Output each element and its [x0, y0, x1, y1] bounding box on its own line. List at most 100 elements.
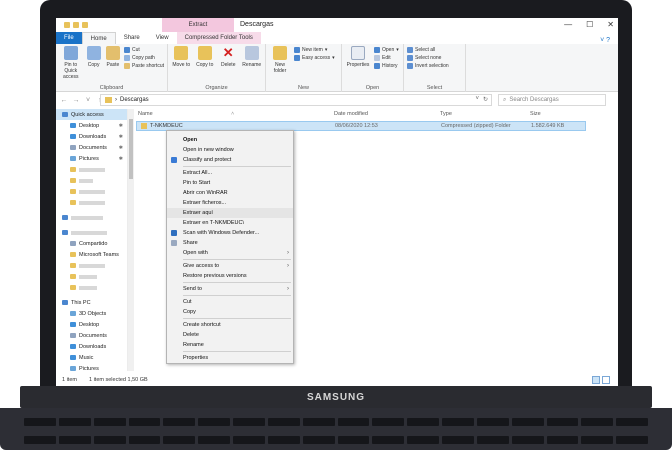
redacted-label: [79, 167, 105, 172]
menu-item-open-with[interactable]: Open with ›: [167, 248, 293, 258]
rename-icon: [244, 46, 259, 60]
select-none-button[interactable]: Select none: [407, 55, 449, 61]
nav-blurred-folder[interactable]: [56, 164, 127, 175]
menu-item-pin-start[interactable]: Pin to Start: [167, 178, 293, 188]
column-header-type[interactable]: Type: [440, 109, 452, 119]
menu-item-classify[interactable]: Classify and protect: [167, 155, 293, 165]
nav-music[interactable]: Music: [56, 352, 127, 363]
back-arrow-icon[interactable]: ←: [60, 97, 68, 104]
shield-icon: [171, 157, 177, 163]
menu-item-send-to[interactable]: Send to ›: [167, 284, 293, 294]
new-folder-icon[interactable]: [82, 22, 88, 28]
nav-teams[interactable]: Microsoft Teams: [56, 249, 127, 260]
properties-icon[interactable]: [73, 22, 79, 28]
breadcrumb[interactable]: Descargas: [120, 97, 149, 103]
nav-blurred-folder[interactable]: [56, 260, 127, 271]
open-button[interactable]: Open ▾: [374, 47, 399, 53]
menu-item-extract-files[interactable]: Extraer ficheros...: [167, 198, 293, 208]
nav-desktop[interactable]: Desktop ✱: [56, 120, 127, 131]
menu-item-share[interactable]: Share: [167, 238, 293, 248]
nav-shared[interactable]: Compartido: [56, 238, 127, 249]
menu-item-restore[interactable]: Restore previous versions: [167, 271, 293, 281]
address-row: ← → ˅ ↑ › Descargas ˅ ↻ ⌕ Search Descarg…: [56, 93, 618, 107]
nav-blurred-folder[interactable]: [56, 197, 127, 208]
menu-item-properties[interactable]: Properties: [167, 353, 293, 363]
recent-chevron-icon[interactable]: ˅: [84, 97, 92, 104]
tab-home[interactable]: Home: [81, 32, 116, 44]
redacted-label: [71, 215, 103, 220]
tab-share[interactable]: Share: [116, 32, 148, 44]
easy-access-button[interactable]: Easy access ▾: [294, 55, 335, 61]
select-group: Select all Select none Invert selection …: [404, 44, 466, 92]
menu-item-open-new-window[interactable]: Open in new window: [167, 145, 293, 155]
copy-path-button[interactable]: Copy path: [124, 55, 164, 61]
column-header-size[interactable]: Size: [530, 109, 541, 119]
menu-item-extract-to[interactable]: Extraer en T-NKMDEUC\: [167, 218, 293, 228]
nav-3d-objects[interactable]: 3D Objects: [56, 308, 127, 319]
menu-item-scan[interactable]: Scan with Windows Defender...: [167, 228, 293, 238]
select-all-icon: [407, 47, 413, 53]
forward-arrow-icon[interactable]: →: [72, 97, 80, 104]
new-item-button[interactable]: New item ▾: [294, 47, 335, 53]
nav-this-pc[interactable]: This PC: [56, 297, 127, 308]
menu-item-extract-all[interactable]: Extract All...: [167, 168, 293, 178]
new-group: New folder New item ▾ Easy access ▾ New: [266, 44, 342, 92]
nav-downloads[interactable]: Downloads ✱: [56, 131, 127, 142]
refresh-icon[interactable]: ↻: [483, 96, 488, 103]
file-type: Compressed (zipped) Folder: [441, 123, 511, 129]
status-item-count: 1 item: [62, 377, 77, 383]
menu-item-give-access[interactable]: Give access to ›: [167, 261, 293, 271]
invert-selection-button[interactable]: Invert selection: [407, 63, 449, 69]
share-icon: [171, 240, 177, 246]
nav-pictures[interactable]: Pictures ✱: [56, 153, 127, 164]
menu-separator: [183, 295, 291, 296]
file-date: 08/06/2020 12:53: [335, 123, 378, 129]
nav-pc-documents[interactable]: Documents: [56, 330, 127, 341]
menu-item-create-shortcut[interactable]: Create shortcut: [167, 320, 293, 330]
folder-icon[interactable]: [64, 22, 70, 28]
close-icon[interactable]: ✕: [607, 20, 614, 29]
nav-blurred-account[interactable]: [56, 227, 127, 238]
nav-blurred-folder[interactable]: [56, 186, 127, 197]
scroll-thumb[interactable]: [129, 119, 133, 179]
menu-item-extract-here[interactable]: Extraer aquí: [167, 208, 293, 218]
menu-item-delete[interactable]: Delete: [167, 330, 293, 340]
invert-selection-icon: [407, 63, 413, 69]
nav-pc-downloads[interactable]: Downloads: [56, 341, 127, 352]
nav-blurred-folder[interactable]: [56, 271, 127, 282]
tab-view[interactable]: View: [148, 32, 177, 44]
nav-blurred-folder[interactable]: [56, 282, 127, 293]
history-button[interactable]: History: [374, 63, 399, 69]
tab-compressed-folder-tools[interactable]: Compressed Folder Tools: [176, 32, 261, 44]
menu-item-rename[interactable]: Rename: [167, 340, 293, 350]
nav-documents[interactable]: Documents ✱: [56, 142, 127, 153]
chevron-down-icon[interactable]: ˅: [475, 96, 479, 102]
nav-blurred-account[interactable]: [56, 212, 127, 223]
large-icons-view-icon[interactable]: [602, 376, 610, 384]
tab-file[interactable]: File: [56, 32, 82, 44]
search-input[interactable]: ⌕ Search Descargas: [498, 94, 606, 106]
select-all-button[interactable]: Select all: [407, 47, 449, 53]
column-header-date[interactable]: Date modified: [334, 109, 368, 119]
maximize-icon[interactable]: ☐: [586, 20, 593, 29]
pin-icon: [63, 46, 78, 60]
nav-quick-access[interactable]: Quick access: [56, 109, 127, 120]
edit-button[interactable]: Edit: [374, 55, 399, 61]
help-icon[interactable]: ˅ ?: [600, 37, 618, 44]
new-label: New: [297, 85, 309, 91]
nav-pc-pictures[interactable]: Pictures: [56, 363, 127, 374]
details-view-icon[interactable]: [592, 376, 600, 384]
nav-pc-desktop[interactable]: Desktop: [56, 319, 127, 330]
nav-blurred-folder[interactable]: [56, 175, 127, 186]
menu-item-copy[interactable]: Copy: [167, 307, 293, 317]
cut-button[interactable]: Cut: [124, 47, 164, 53]
menu-item-open[interactable]: Open: [167, 135, 293, 145]
address-bar[interactable]: › Descargas ˅ ↻: [100, 94, 492, 106]
menu-item-open-winrar[interactable]: Abrir con WinRAR: [167, 188, 293, 198]
minimize-icon[interactable]: —: [564, 20, 572, 29]
menu-item-cut[interactable]: Cut: [167, 297, 293, 307]
new-folder-icon: [273, 46, 287, 60]
paste-shortcut-button[interactable]: Paste shortcut: [124, 63, 164, 69]
column-header-name[interactable]: Name: [138, 109, 153, 119]
pictures-icon: [70, 366, 76, 371]
